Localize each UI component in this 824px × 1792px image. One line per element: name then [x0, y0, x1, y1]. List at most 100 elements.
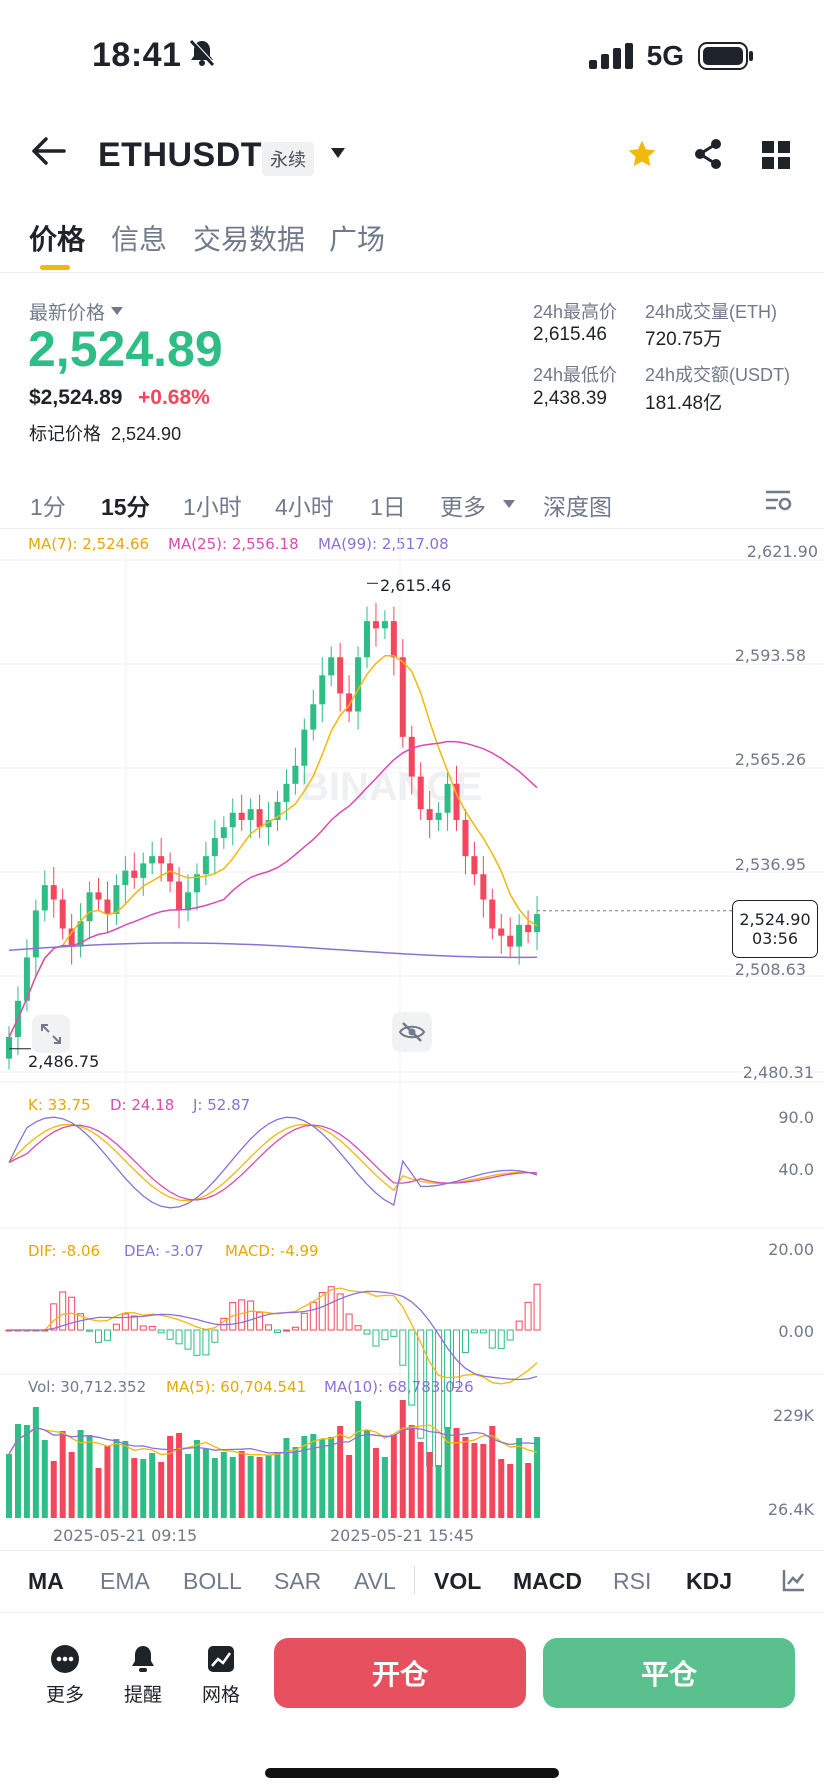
indicator-boll[interactable]: BOLL: [183, 1568, 242, 1595]
macd-bar: [300, 1312, 308, 1331]
macd-dea-line: [9, 1290, 538, 1381]
candle: [104, 899, 111, 915]
volume-bar: [462, 1437, 469, 1518]
home-indicator: [265, 1768, 559, 1778]
volume-bar: [364, 1430, 370, 1518]
macd-bar: [345, 1313, 353, 1331]
current-price-tag: 2,524.90 03:56: [732, 900, 818, 958]
macd-bar: [533, 1283, 541, 1331]
candle: [158, 856, 165, 864]
macd-dea-label: DEA: -3.07: [124, 1242, 204, 1260]
macd-bar: [497, 1329, 505, 1349]
candle: [229, 812, 236, 828]
volume-bar: [256, 1457, 263, 1518]
volume-bar: [283, 1438, 290, 1518]
indicator-avl[interactable]: AVL: [354, 1568, 396, 1595]
volume-bar: [417, 1442, 424, 1518]
hide-indicators-button[interactable]: [392, 1012, 432, 1052]
expand-icon: [41, 1024, 61, 1044]
grid-menu-icon[interactable]: [762, 141, 790, 174]
macd-bar: [372, 1329, 380, 1347]
ma99-line: [8, 942, 538, 959]
eye-off-icon: [398, 1022, 426, 1042]
alert-label: 提醒: [124, 1685, 163, 1706]
time-axis-label: 2025-05-21 09:15: [53, 1526, 198, 1545]
macd-bar: [470, 1329, 478, 1334]
more-button[interactable]: 更多: [46, 1644, 84, 1707]
volume-bar: [265, 1455, 272, 1518]
candle: [310, 704, 317, 730]
vol-eth-label: 24h成交量(ETH): [645, 302, 778, 322]
indicator-sar[interactable]: SAR: [274, 1568, 321, 1595]
fullscreen-button[interactable]: [32, 1015, 70, 1053]
candle-countdown: 03:56: [751, 929, 799, 948]
volume-bar: [32, 1407, 39, 1518]
volume-bar: [534, 1437, 541, 1518]
vol-label: Vol: 30,712.352: [28, 1378, 147, 1396]
divider: [414, 1566, 415, 1594]
tab-square[interactable]: 广场: [329, 218, 385, 258]
interval-4h[interactable]: 4小时: [275, 488, 334, 522]
interval-more[interactable]: 更多: [440, 488, 486, 522]
volume-bar: [140, 1459, 147, 1518]
close-position-button[interactable]: 平仓: [543, 1638, 795, 1708]
interval-1h[interactable]: 1小时: [183, 488, 242, 522]
volume-bar: [274, 1452, 281, 1518]
candle: [390, 621, 397, 658]
share-icon[interactable]: [693, 138, 723, 175]
macd-bar: [166, 1329, 174, 1340]
macd-bar: [157, 1329, 165, 1334]
volume-bar: [337, 1426, 344, 1518]
candle: [426, 809, 433, 820]
price-axis-label: 2,536.95: [734, 855, 806, 874]
vol-ma5-label: MA(5): 60,704.541: [166, 1378, 307, 1396]
candle: [256, 809, 263, 828]
candle: [220, 827, 227, 839]
indicator-settings-icon[interactable]: [782, 1568, 806, 1597]
favorite-star-icon[interactable]: [626, 138, 658, 175]
candle: [301, 729, 308, 766]
candle: [149, 856, 156, 864]
candle: [238, 812, 245, 820]
volume-bar: [507, 1464, 514, 1518]
depth-chart-tab[interactable]: 深度图: [543, 488, 612, 522]
tab-info[interactable]: 信息: [111, 218, 167, 258]
macd-bar: [426, 1329, 434, 1467]
candle: [355, 657, 362, 712]
indicator-vol[interactable]: VOL: [434, 1568, 481, 1595]
indicator-ma[interactable]: MA: [28, 1568, 64, 1595]
symbol-title[interactable]: ETHUSDT: [98, 136, 262, 175]
macd-axis-label: 0.00: [778, 1322, 814, 1341]
volume-bar: [355, 1401, 362, 1518]
indicator-ema[interactable]: EMA: [100, 1568, 150, 1595]
macd-dif-label: DIF: -8.06: [28, 1242, 101, 1260]
volume-bar: [158, 1462, 165, 1518]
price-change: +0.68%: [138, 386, 210, 409]
indicator-kdj[interactable]: KDJ: [686, 1568, 732, 1595]
macd-bar: [318, 1292, 326, 1331]
open-position-button[interactable]: 开仓: [274, 1638, 526, 1708]
grid-bot-button[interactable]: 网格: [202, 1644, 240, 1707]
back-arrow-icon: [32, 137, 66, 165]
tab-price[interactable]: 价格: [29, 218, 85, 258]
chart-settings-icon[interactable]: [764, 488, 792, 517]
price-axis-label: 2,593.58: [734, 646, 806, 665]
ma7-line: [8, 654, 538, 1038]
indicator-rsi[interactable]: RSI: [613, 1568, 651, 1595]
indicator-macd[interactable]: MACD: [513, 1568, 582, 1595]
tab-trade-data[interactable]: 交易数据: [193, 218, 305, 258]
candle: [364, 621, 370, 658]
candle: [41, 885, 48, 911]
macd-bar: [247, 1300, 255, 1331]
macd-axis-label: 20.00: [768, 1240, 814, 1259]
alert-button[interactable]: 提醒: [124, 1644, 162, 1707]
macd-bar: [515, 1320, 523, 1331]
interval-15m[interactable]: 15分: [101, 488, 150, 522]
symbol-dropdown-icon[interactable]: [330, 146, 346, 164]
interval-1d[interactable]: 1日: [370, 488, 406, 522]
mark-price: 2,524.90: [111, 424, 182, 444]
macd-bar: [103, 1329, 111, 1341]
back-button[interactable]: [30, 136, 66, 171]
interval-1m[interactable]: 1分: [30, 488, 66, 522]
volume-bar: [149, 1453, 156, 1518]
